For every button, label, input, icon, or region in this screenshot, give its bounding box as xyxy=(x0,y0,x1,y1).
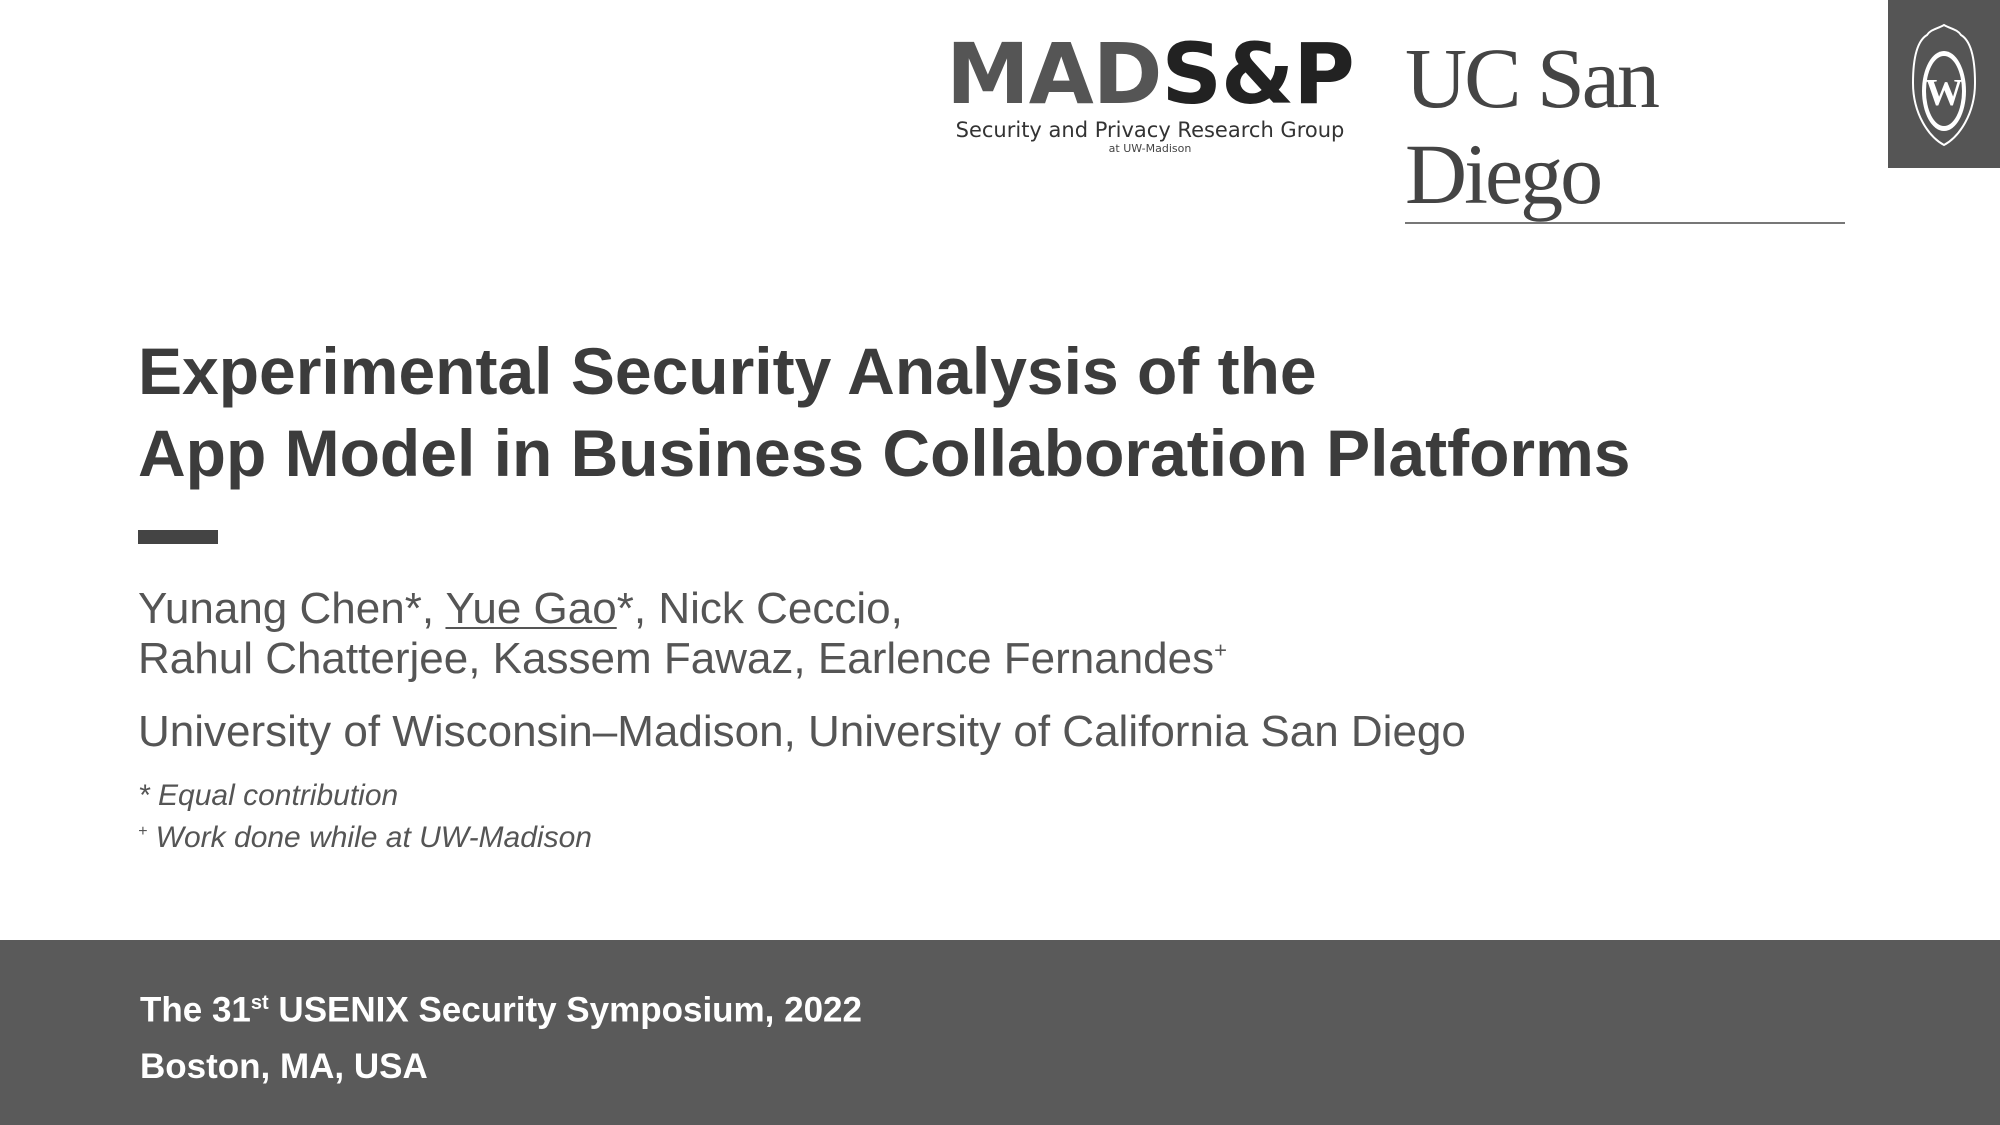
uw-letter: W xyxy=(1925,72,1963,114)
footnote-mark: * xyxy=(138,779,150,812)
author: Nick Ceccio xyxy=(658,584,891,633)
footer-band xyxy=(0,940,2000,1125)
title-accent-bar xyxy=(138,530,218,544)
title-line-2: App Model in Business Collaboration Plat… xyxy=(138,416,1631,490)
separator: , xyxy=(468,634,493,683)
venue-suffix: USENIX Security Symposium, 2022 xyxy=(268,990,862,1030)
uw-crest-icon: W xyxy=(1911,23,1977,147)
ucsd-logo: UC San Diego xyxy=(1405,30,1845,224)
footnote: * Equal contribution xyxy=(138,778,592,814)
author: Earlence Fernandes xyxy=(817,634,1215,683)
author-mark: + xyxy=(1214,637,1227,663)
author: Yunang Chen xyxy=(138,584,405,633)
separator: , xyxy=(633,584,659,633)
footnote-text: Work done while at UW-Madison xyxy=(147,821,592,854)
mads-light-text: MAD xyxy=(946,25,1162,123)
mads-wordmark: MADS&P xyxy=(945,30,1355,118)
venue-prefix: The 31 xyxy=(140,990,251,1030)
ucsd-underline xyxy=(1405,222,1845,224)
authors-line-2: Rahul Chatterjee, Kassem Fawaz, Earlence… xyxy=(138,634,1227,684)
affiliation: University of Wisconsin–Madison, Univers… xyxy=(138,707,1466,756)
uw-crest-logo: W xyxy=(1888,0,2000,168)
mads-dark-text: S&P xyxy=(1161,25,1355,123)
author-mark: * xyxy=(616,584,634,633)
mads-subtitle-2: at UW-Madison xyxy=(1108,142,1192,155)
location: Boston, MA, USA xyxy=(140,1047,428,1086)
ucsd-wordmark: UC San Diego xyxy=(1405,30,1660,222)
author-list: Yunang Chen*, Yue Gao*, Nick Ceccio, Rah… xyxy=(138,584,1227,684)
venue-ordinal: st xyxy=(250,992,269,1014)
author-presenter: Yue Gao xyxy=(445,584,617,633)
mads-logo: MADS&P Security and Privacy Research Gro… xyxy=(945,30,1355,156)
separator: , xyxy=(421,584,446,633)
slide-title: Experimental Security Analysis of the Ap… xyxy=(138,330,1630,494)
author: Kassem Fawaz xyxy=(492,634,794,683)
mads-subtitle: Security and Privacy Research Group xyxy=(955,118,1345,142)
venue: The 31st USENIX Security Symposium, 2022 xyxy=(140,982,862,1032)
footnote-mark: + xyxy=(138,823,148,840)
footnotes: * Equal contribution + Work done while a… xyxy=(138,778,592,856)
author-mark: * xyxy=(404,584,422,633)
footnote: + Work done while at UW-Madison xyxy=(138,814,592,856)
title-line-1: Experimental Security Analysis of the xyxy=(138,334,1317,408)
separator: , xyxy=(890,584,903,633)
author: Rahul Chatterjee xyxy=(138,634,469,683)
separator: , xyxy=(793,634,818,683)
authors-line-1: Yunang Chen*, Yue Gao*, Nick Ceccio, xyxy=(138,584,1227,634)
footnote-text: Equal contribution xyxy=(149,779,399,812)
